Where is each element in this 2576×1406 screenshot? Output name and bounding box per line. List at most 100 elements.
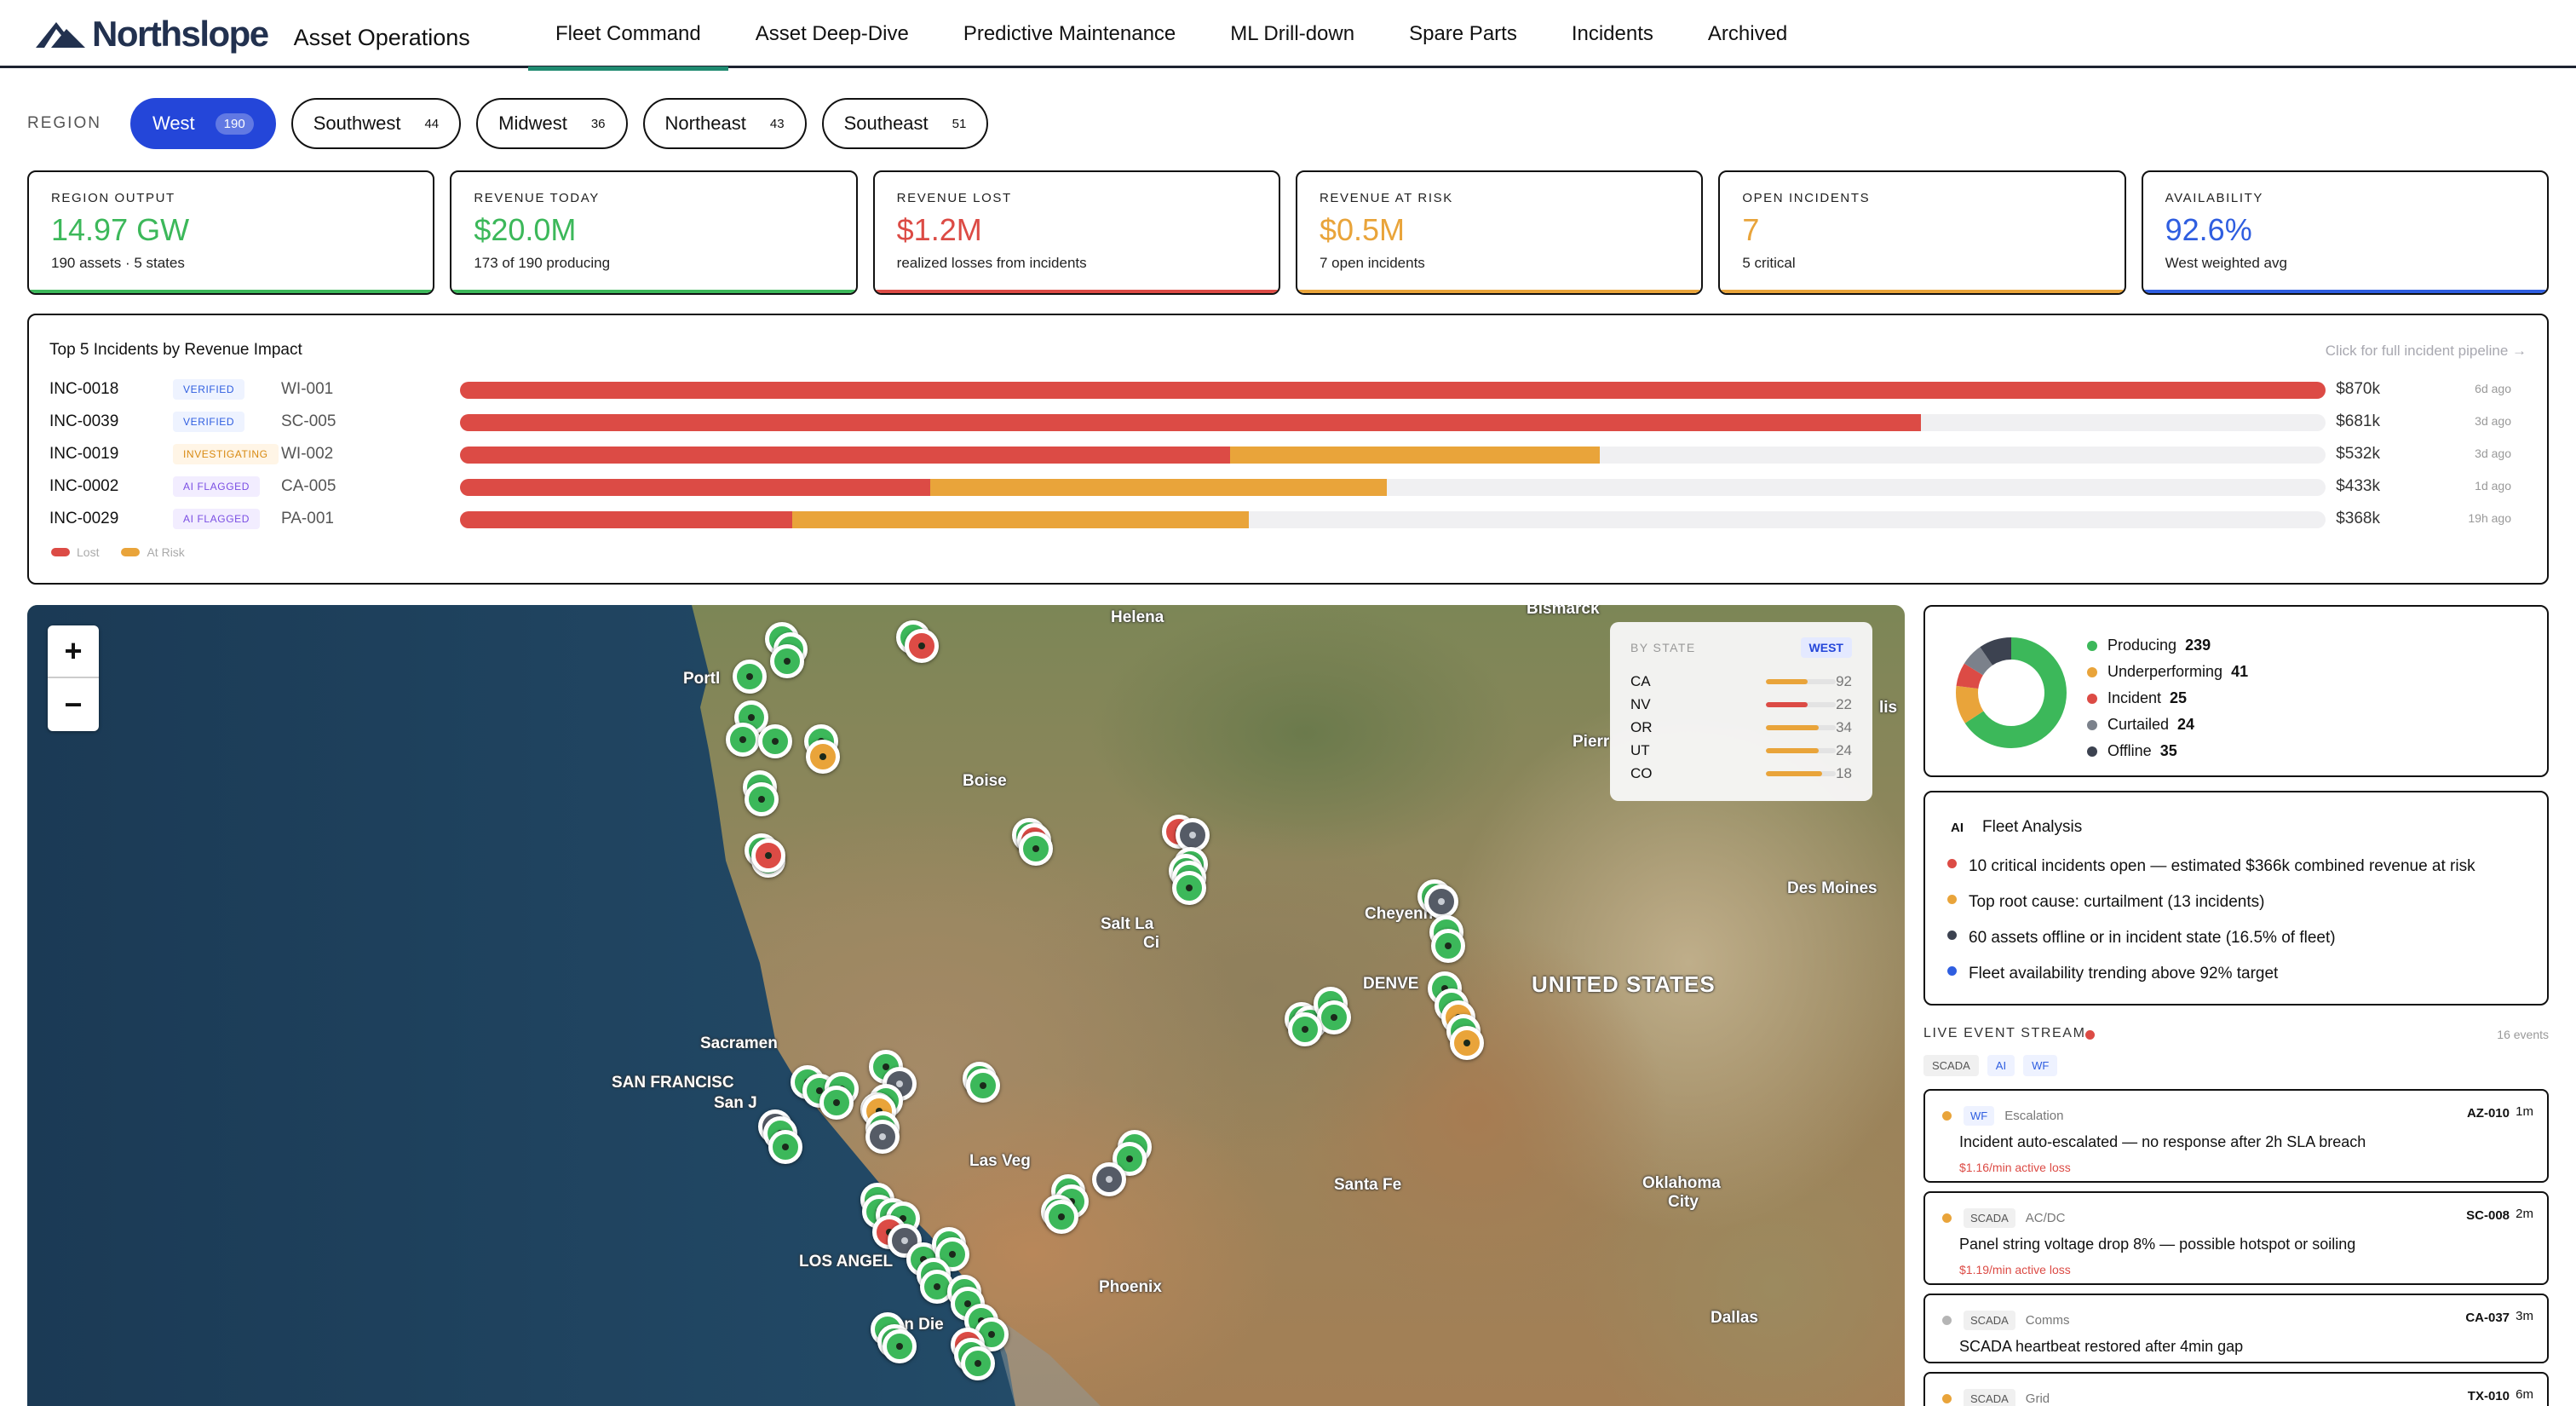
analysis-dot (1947, 965, 1957, 976)
asset-marker-producing[interactable] (1288, 1012, 1322, 1046)
tab-fleet-command[interactable]: Fleet Command (528, 0, 728, 71)
asset-marker-producing[interactable] (1317, 1000, 1351, 1034)
asset-marker-producing[interactable] (1431, 929, 1465, 963)
kpi-revenue-lost[interactable]: REVENUE LOST $1.2M realized losses from … (872, 170, 1280, 295)
region-chip-west[interactable]: West 190 (129, 98, 276, 149)
map-label-des-moines: Des Moines (1787, 879, 1877, 897)
by-state-panel: BY STATE WEST CA 92 NV 22 OR 34 UT 24 CO 18 (1610, 622, 1872, 801)
asset-marker-underperforming[interactable] (806, 740, 840, 774)
state-row-co[interactable]: CO 18 (1630, 762, 1852, 785)
asset-marker-producing[interactable] (966, 1069, 1000, 1103)
zoom-in-button[interactable]: + (48, 625, 99, 678)
event-card[interactable]: SCADA AC/DC SC-008 2m Panel string volta… (1923, 1191, 2549, 1285)
asset-marker-incident[interactable] (751, 838, 785, 873)
region-chip-count: 51 (952, 116, 967, 131)
kpi-open-incidents[interactable]: OPEN INCIDENTS 7 5 critical (1718, 170, 2126, 295)
kpi-availability[interactable]: AVAILABILITY 92.6% West weighted avg (2141, 170, 2549, 295)
asset-marker-producing[interactable] (770, 644, 804, 678)
asset-marker-producing[interactable] (726, 723, 760, 757)
map-label-denver: DENVE (1363, 975, 1419, 993)
analysis-text: 60 assets offline or in incident state (… (1969, 929, 2336, 947)
status-legend-item[interactable]: Curtailed 24 (2087, 712, 2248, 738)
status-legend-item[interactable]: Incident 25 (2087, 685, 2248, 712)
tab-predictive-maintenance[interactable]: Predictive Maintenance (936, 0, 1203, 68)
asset-marker-producing[interactable] (745, 782, 779, 816)
stream-event-count: 16 events (2497, 1028, 2549, 1041)
asset-marker-producing[interactable] (1172, 871, 1206, 905)
state-row-nv[interactable]: NV 22 (1630, 693, 1852, 716)
incident-row[interactable]: INC-0018 VERIFIED WI-001 $870k 6d ago (49, 377, 2530, 402)
kpi-accent-bar (874, 290, 1279, 293)
status-legend-item[interactable]: Offline 35 (2087, 738, 2248, 764)
logo[interactable]: Northslope Asset Operations (34, 14, 470, 55)
asset-marker-underperforming[interactable] (1450, 1026, 1484, 1060)
incident-lost-fill (460, 414, 1921, 431)
state-bar (1766, 701, 1837, 707)
tab-incidents[interactable]: Incidents (1544, 0, 1681, 68)
incident-row[interactable]: INC-0002 AI FLAGGED CA-005 $433k 1d ago (49, 474, 2530, 499)
event-severity-dot (1942, 1316, 1952, 1325)
tab-asset-deep-dive[interactable]: Asset Deep-Dive (728, 0, 936, 68)
status-legend: Producing 239 Underperforming 41 Incident 25 C… (2087, 632, 2248, 764)
map-label-portland: Portl (683, 670, 721, 688)
asset-marker-producing[interactable] (819, 1086, 854, 1120)
region-chip-label: Southwest (313, 112, 401, 134)
kpi-revenue-today[interactable]: REVENUE TODAY $20.0M 173 of 190 producin… (450, 170, 858, 295)
kpi-revenue-at-risk[interactable]: REVENUE AT RISK $0.5M 7 open incidents (1295, 170, 1704, 295)
tab-ml-drill-down[interactable]: ML Drill-down (1203, 0, 1382, 68)
kpi-region-output[interactable]: REGION OUTPUT 14.97 GW 190 assets · 5 st… (27, 170, 435, 295)
event-age: 2m (2516, 1207, 2533, 1221)
map-label-oklahoma-city: City (1668, 1193, 1699, 1211)
asset-marker-producing[interactable] (1044, 1200, 1078, 1234)
asset-marker-producing[interactable] (758, 724, 792, 758)
incident-row[interactable]: INC-0029 AI FLAGGED PA-001 $368k 19h ago (49, 506, 2530, 532)
kpi-subtext: realized losses from incidents (896, 255, 1087, 271)
incident-age: 3d ago (2475, 414, 2511, 428)
asset-marker-incident[interactable] (905, 629, 939, 663)
incident-row[interactable]: INC-0019 INVESTIGATING WI-002 $532k 3d ago (49, 441, 2530, 467)
status-dot (2087, 719, 2097, 730)
status-count: 25 (2170, 689, 2188, 706)
analysis-dot (1947, 930, 1957, 940)
asset-marker-offline[interactable] (865, 1120, 900, 1154)
status-legend-item[interactable]: Producing 239 (2087, 632, 2248, 659)
ai-icon: AI (1951, 820, 1964, 835)
event-card[interactable]: WF Escalation AZ-010 1m Incident auto-es… (1923, 1089, 2549, 1183)
stream-title: LIVE EVENT STREAM (1923, 1026, 2086, 1040)
map-label-salt-lake-2: Ci (1143, 934, 1159, 952)
filter-scada[interactable]: SCADA (1923, 1055, 1979, 1076)
event-source-badge: SCADA (1964, 1208, 2015, 1228)
region-chip-southeast[interactable]: Southeast 51 (821, 98, 989, 149)
kpi-value: $0.5M (1319, 212, 1406, 247)
incident-pipeline-link[interactable]: Click for full incident pipeline → (2326, 343, 2527, 360)
tab-spare-parts[interactable]: Spare Parts (1382, 0, 1544, 68)
filter-wf[interactable]: WF (2023, 1055, 2058, 1076)
asset-marker-producing[interactable] (961, 1346, 995, 1380)
event-card[interactable]: SCADA Grid TX-010 6m (1923, 1372, 2549, 1406)
asset-marker-producing[interactable] (733, 660, 767, 694)
region-chip-southwest[interactable]: Southwest 44 (290, 98, 462, 149)
event-card[interactable]: SCADA Comms CA-037 3m SCADA heartbeat re… (1923, 1294, 2549, 1363)
state-row-ut[interactable]: UT 24 (1630, 739, 1852, 762)
filter-ai[interactable]: AI (1987, 1055, 2015, 1076)
region-chip-midwest[interactable]: Midwest 36 (476, 98, 628, 149)
state-row-ca[interactable]: CA 92 (1630, 670, 1852, 693)
legend-swatch-lost (51, 548, 70, 556)
state-bar (1766, 724, 1837, 730)
tab-archived[interactable]: Archived (1681, 0, 1814, 68)
zoom-out-button[interactable]: − (48, 678, 99, 731)
kpi-accent-bar (1720, 290, 2125, 293)
kpi-value: $1.2M (896, 212, 982, 247)
region-chip-northeast[interactable]: Northeast 43 (642, 98, 807, 149)
asset-marker-offline[interactable] (1092, 1162, 1126, 1196)
map-label-sacramento: Sacramen (700, 1034, 778, 1052)
incident-row[interactable]: INC-0039 VERIFIED SC-005 $681k 3d ago (49, 409, 2530, 435)
event-meta: SCADA AC/DC (1942, 1208, 2065, 1228)
asset-marker-producing[interactable] (768, 1130, 802, 1164)
asset-marker-offline[interactable] (1424, 885, 1458, 919)
status-legend-item[interactable]: Underperforming 41 (2087, 659, 2248, 685)
state-row-or[interactable]: OR 34 (1630, 716, 1852, 739)
asset-map[interactable]: + − Helena Bismarck Portl Boise Pierr li… (27, 605, 1905, 1406)
asset-marker-producing[interactable] (1019, 832, 1053, 866)
asset-marker-producing[interactable] (883, 1329, 917, 1363)
